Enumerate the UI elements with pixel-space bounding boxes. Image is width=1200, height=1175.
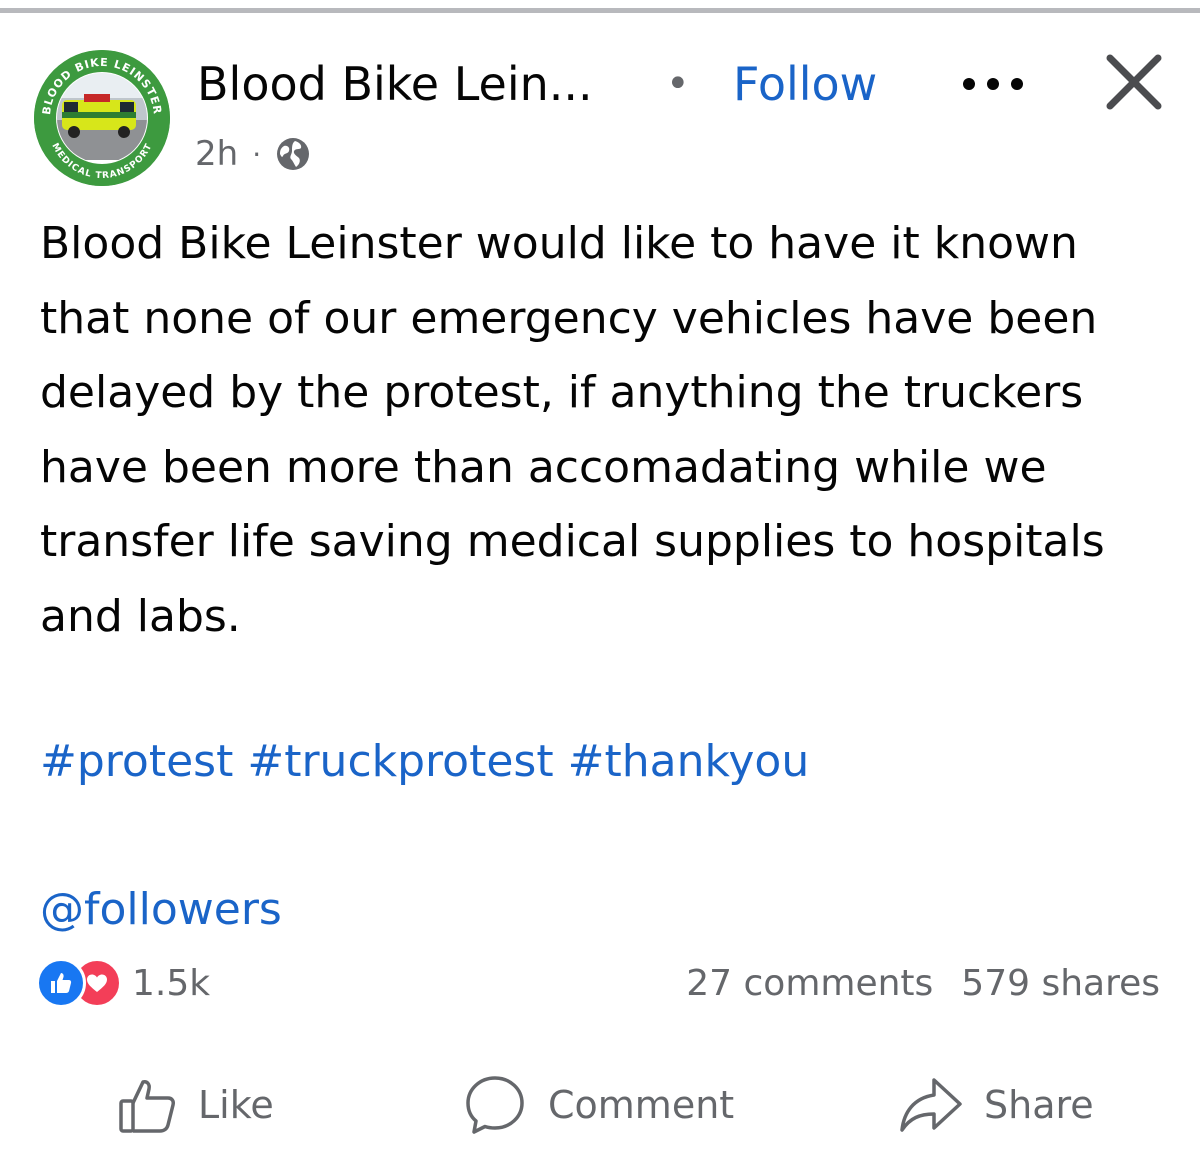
thumbs-up-icon [119,1080,175,1133]
post-text: Blood Bike Leinster would like to have i… [40,218,1105,642]
comment-label: Comment [548,1083,735,1127]
reaction-count: 1.5k [132,962,211,1004]
like-button[interactable]: Like [116,1072,274,1138]
like-reaction-icon [36,958,86,1008]
close-icon [1106,54,1162,110]
hashtag-list: #protest #truckprotest #thankyou [40,730,809,794]
page-name[interactable]: Blood Bike Lein... [197,56,593,112]
more-horizontal-icon [963,78,1023,90]
more-options-button[interactable] [958,60,1028,108]
close-button[interactable] [1098,52,1170,112]
globe-icon [277,138,310,170]
post-meta: 2h · [195,130,311,178]
comment-button[interactable]: Comment [462,1072,734,1138]
blood-bike-logo: BLOOD BIKE LEINSTER MEDICAL TRANSPORT [34,50,170,186]
follow-button[interactable]: Follow [733,56,877,112]
hashtag-link[interactable]: #thankyou [568,736,810,787]
comments-count[interactable]: 27 comments [686,963,933,1004]
header-separator: • [666,61,690,107]
page-avatar[interactable]: BLOOD BIKE LEINSTER MEDICAL TRANSPORT [34,50,170,186]
followers-mention[interactable]: @followers [40,878,282,942]
hashtag-link[interactable]: #protest [40,736,233,787]
meta-separator: · [252,137,262,171]
engagement-counts: 27 comments 579 shares [686,958,1160,1008]
shares-count[interactable]: 579 shares [961,963,1160,1004]
like-label: Like [198,1083,274,1127]
reactions-summary[interactable]: 1.5k [36,958,210,1008]
share-arrow-icon [900,1078,962,1132]
hashtag-link[interactable]: #truckprotest [247,736,553,787]
top-divider [0,8,1200,13]
post-timestamp[interactable]: 2h [195,134,238,174]
share-label: Share [984,1083,1094,1127]
comment-icon [466,1076,524,1134]
share-button[interactable]: Share [898,1072,1094,1138]
